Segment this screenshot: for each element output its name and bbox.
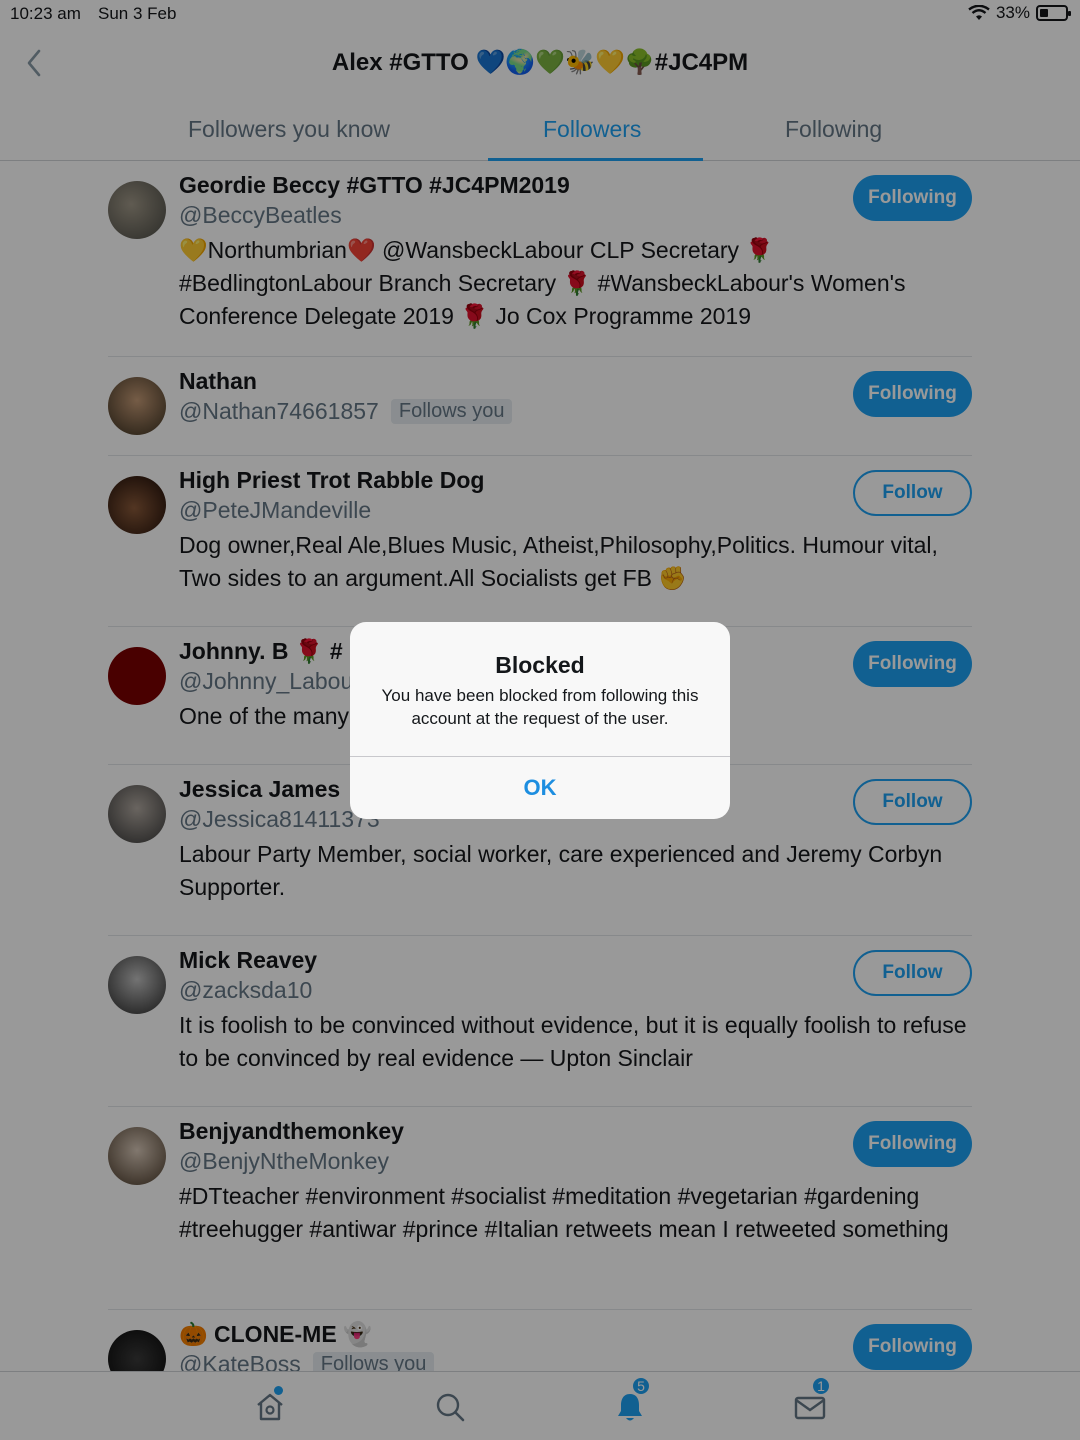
alert-ok-button[interactable]: OK [350,757,730,819]
alert-title: Blocked [495,652,585,678]
alert-message: You have been blocked from following thi… [381,686,699,728]
blocked-alert-dialog: Blocked You have been blocked from follo… [350,622,730,819]
